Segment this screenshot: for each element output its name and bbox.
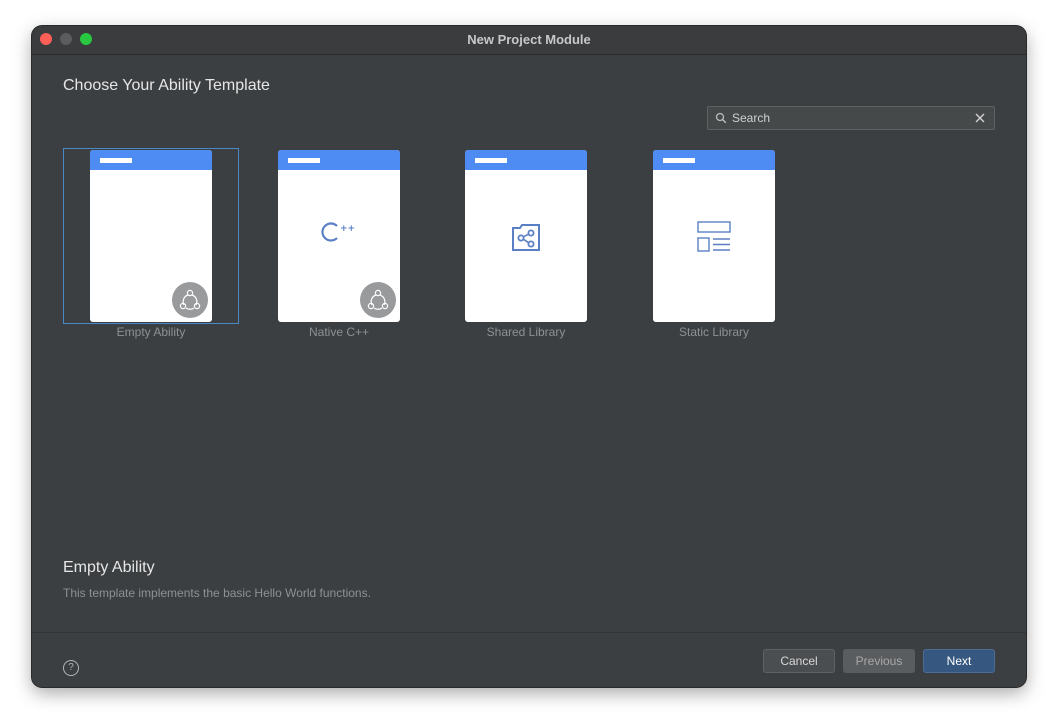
ability-badge-icon — [360, 282, 396, 318]
help-icon[interactable]: ? — [63, 660, 79, 676]
template-label: Native C++ — [308, 325, 370, 339]
search-value: Search — [732, 111, 771, 125]
next-button[interactable]: Next — [923, 649, 995, 673]
svg-text:++: ++ — [340, 224, 355, 234]
card-header-bar — [278, 150, 400, 170]
template-static-library[interactable]: Static Library — [626, 148, 802, 339]
search-input[interactable]: Search — [707, 106, 995, 130]
static-library-icon — [653, 221, 775, 258]
description-title: Empty Ability — [63, 559, 155, 576]
template-label: Static Library — [678, 325, 750, 339]
page-title: Choose Your Ability Template — [63, 77, 270, 94]
shared-library-icon — [465, 221, 587, 258]
template-empty-ability[interactable]: Empty Ability — [63, 148, 239, 339]
previous-button[interactable]: Previous — [843, 649, 915, 673]
template-shared-library[interactable]: Shared Library — [438, 148, 614, 339]
card-header-bar — [90, 150, 212, 170]
template-preview-card — [653, 150, 775, 322]
template-label: Empty Ability — [116, 325, 186, 339]
description-text: This template implements the basic Hello… — [63, 586, 371, 600]
search-icon — [715, 111, 727, 129]
cancel-button[interactable]: Cancel — [763, 649, 835, 673]
ability-badge-icon — [172, 282, 208, 318]
cpp-icon: ++ — [278, 218, 400, 251]
template-preview-card — [465, 150, 587, 322]
clear-search-icon[interactable] — [974, 111, 986, 129]
dialog-window: New Project Module Choose Your Ability T… — [32, 26, 1026, 687]
dialog-footer: ? Cancel Previous Next — [32, 632, 1026, 687]
card-header-bar — [465, 150, 587, 170]
template-native-cpp[interactable]: ++ Native C++ — [251, 148, 427, 339]
template-label: Shared Library — [486, 325, 566, 339]
template-preview-card: ++ — [278, 150, 400, 322]
title-bar: New Project Module — [32, 26, 1026, 55]
template-preview-card — [90, 150, 212, 322]
card-header-bar — [653, 150, 775, 170]
window-title: New Project Module — [467, 32, 591, 47]
